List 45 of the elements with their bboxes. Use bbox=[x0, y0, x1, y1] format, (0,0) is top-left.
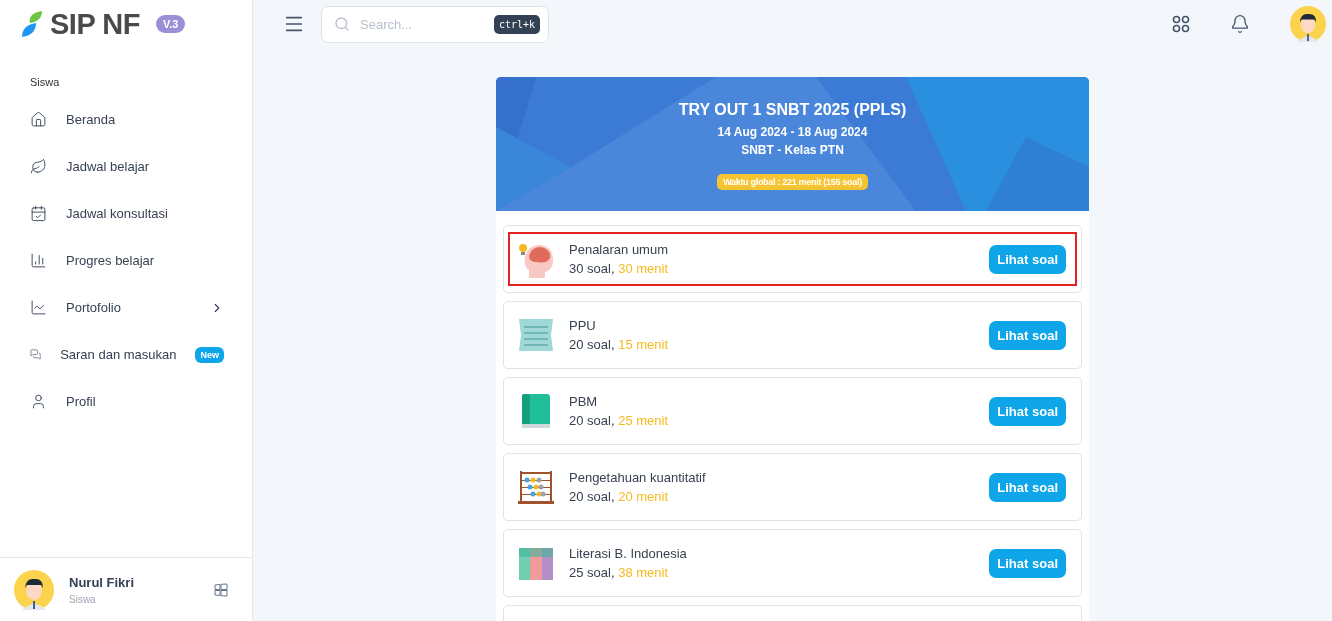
exam-class: SNBT - Kelas PTN bbox=[741, 143, 844, 157]
logo-text: SIP NF bbox=[50, 7, 140, 41]
exam-title: TRY OUT 1 SNBT 2025 (PPLS) bbox=[678, 101, 907, 119]
exam-dates: 14 Aug 2024 - 18 Aug 2024 bbox=[717, 125, 868, 139]
subtest-name: Literasi B. Indonesia bbox=[569, 546, 688, 561]
subtest-info: 20 soal, 15 menit bbox=[569, 337, 670, 352]
apps-icon[interactable] bbox=[1172, 15, 1190, 33]
user-name: Nurul Fikri bbox=[69, 574, 135, 590]
abacus-icon bbox=[517, 468, 555, 506]
profile-avatar bbox=[1290, 6, 1326, 42]
nav-item[interactable]: Profil bbox=[0, 378, 252, 425]
subtest-info: 30 soal, 30 menit bbox=[569, 261, 670, 276]
nav-item[interactable]: Jadwal konsultasi bbox=[0, 190, 252, 237]
nav-item[interactable]: Jadwal belajar bbox=[0, 143, 252, 190]
nav-item[interactable]: Progres belajar bbox=[0, 237, 252, 284]
global-time-badge: Waktu global : 221 menit (155 soal) bbox=[717, 174, 868, 190]
document-icon bbox=[517, 316, 555, 354]
section-label: Siswa bbox=[29, 75, 61, 90]
version-badge: V.3 bbox=[155, 15, 186, 33]
leaf-logo-icon bbox=[22, 11, 42, 37]
search-icon bbox=[334, 16, 350, 32]
nav-icon bbox=[30, 252, 47, 269]
notification-bell-icon[interactable] bbox=[1230, 14, 1250, 34]
nav-item[interactable]: Saran dan masukan New bbox=[0, 331, 252, 378]
user-avatar[interactable] bbox=[14, 569, 54, 610]
search-bar[interactable]: Search... ctrl+k bbox=[321, 5, 549, 43]
subtest-name: PBM bbox=[569, 394, 599, 409]
nav-icon bbox=[30, 346, 42, 363]
windows-icon[interactable] bbox=[214, 582, 228, 597]
subtest-name: Penalaran umum bbox=[569, 242, 669, 257]
user-role: Siswa bbox=[69, 593, 97, 605]
subtest-name: PPU bbox=[569, 318, 597, 333]
nav-item[interactable]: Portofolio bbox=[0, 284, 252, 331]
new-badge: New bbox=[195, 346, 224, 363]
nav-icon bbox=[30, 393, 47, 410]
nav-icon bbox=[30, 158, 47, 175]
subtest-info: 25 soal, 38 menit bbox=[569, 565, 670, 580]
shortcut-key: ctrl+k bbox=[493, 14, 540, 34]
subtest-info: 20 soal, 20 menit bbox=[569, 489, 670, 504]
nav-icon bbox=[30, 299, 47, 316]
nav-icon bbox=[30, 111, 47, 128]
nav-item[interactable]: Beranda bbox=[0, 96, 252, 143]
nav-icon bbox=[30, 205, 47, 222]
subtest-name: Pengetahuan kuantitatif bbox=[569, 470, 707, 485]
subtest-info: 20 soal, 25 menit bbox=[569, 413, 670, 428]
